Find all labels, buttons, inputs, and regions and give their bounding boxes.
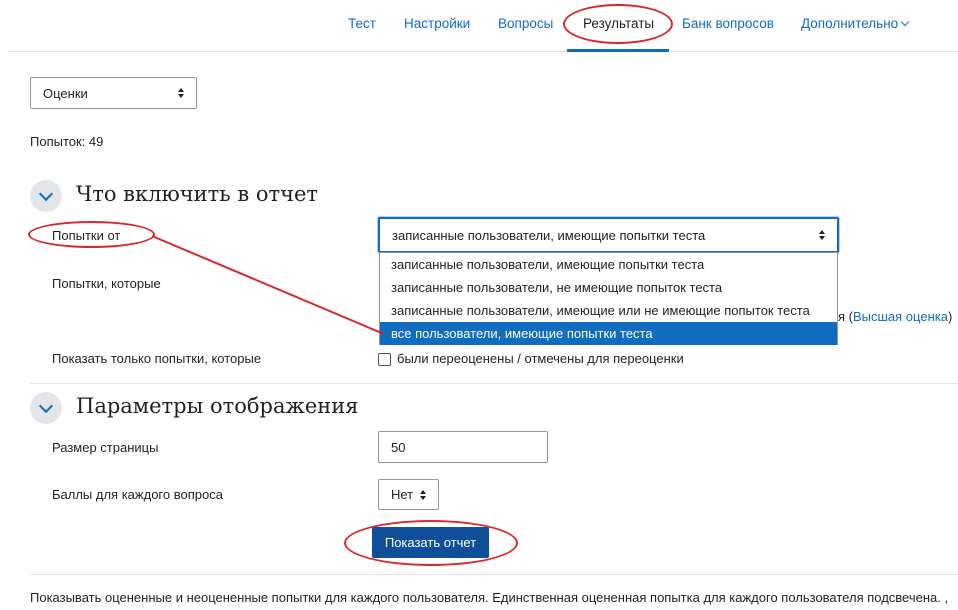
annotation-arrow-line: [151, 235, 385, 335]
